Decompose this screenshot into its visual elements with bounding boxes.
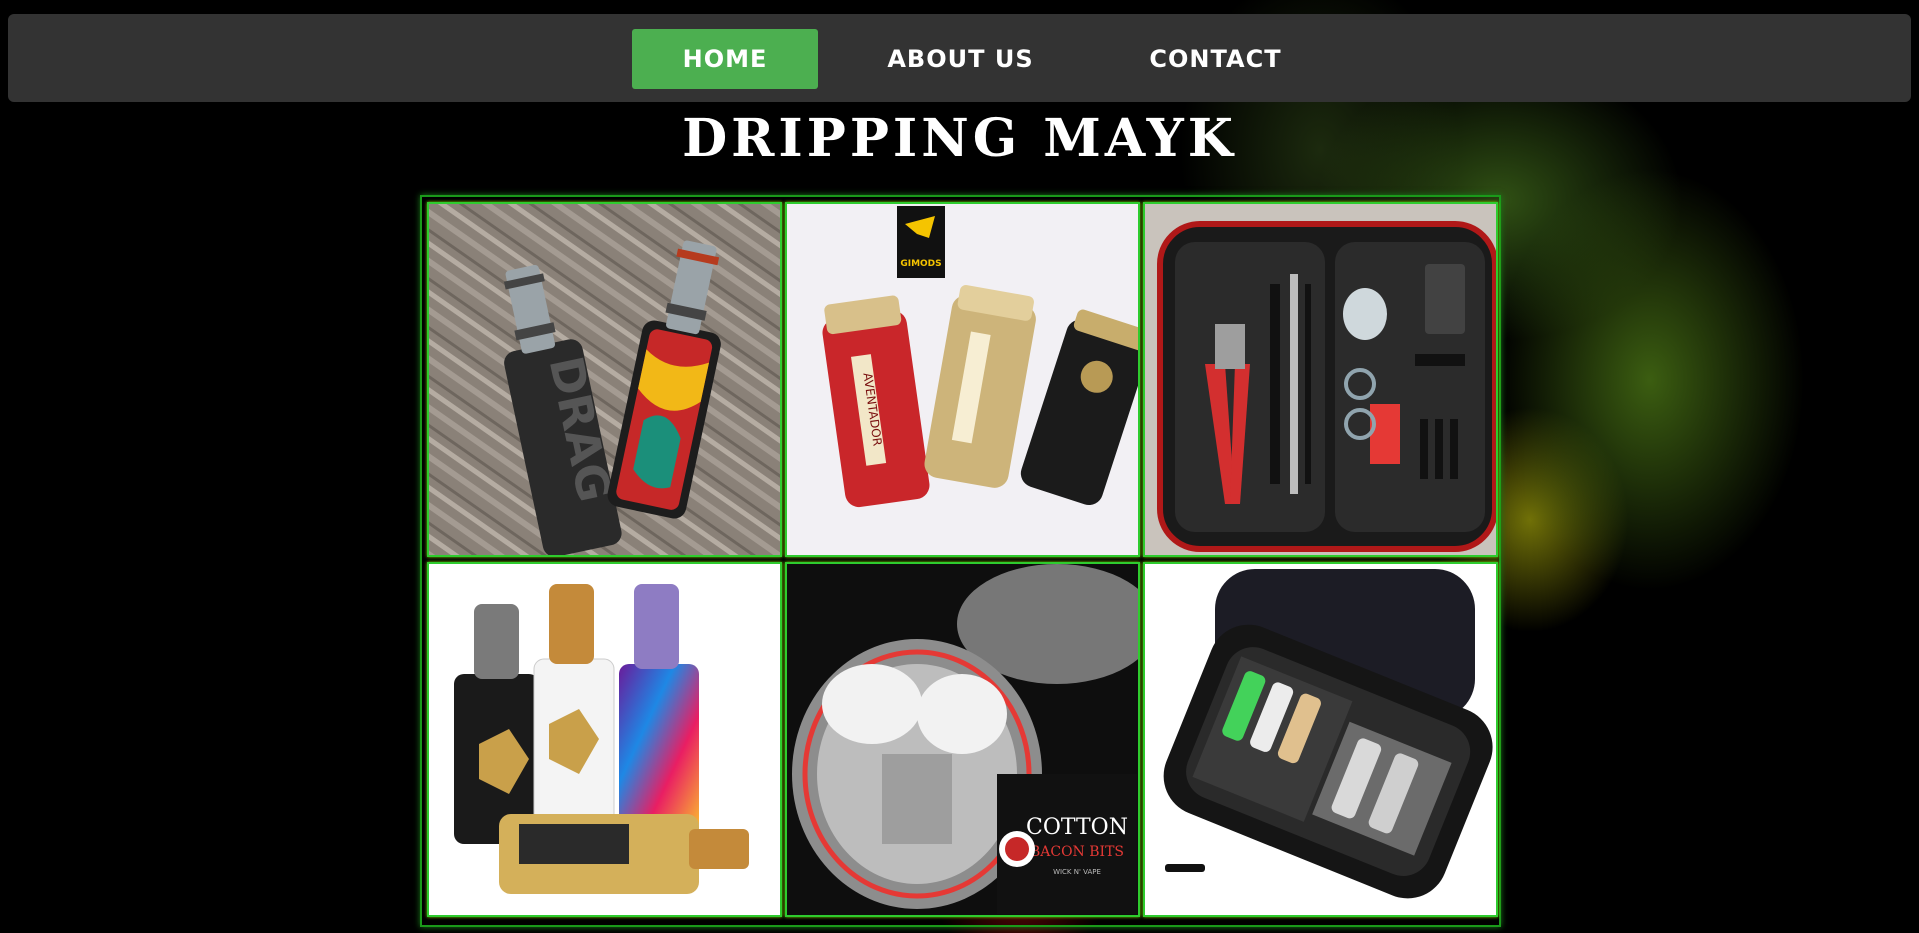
wick-n-vape-label: WICK N' VAPE	[1053, 868, 1101, 876]
image-gallery: DRAG GIMODS AVENTADOR COTTON BACON BITS …	[420, 195, 1501, 927]
gallery-item-aventador[interactable]: GIMODS AVENTADOR	[785, 202, 1140, 557]
carry-case-image	[1145, 564, 1496, 915]
gallery-item-drag-mod[interactable]: DRAG	[427, 202, 782, 557]
top-navbar: HOME ABOUT US CONTACT	[8, 14, 1911, 102]
tool-kit-image	[1145, 204, 1496, 555]
gimods-logo: GIMODS	[900, 259, 941, 269]
colorful-mods-image	[429, 564, 780, 915]
gallery-item-coil-build[interactable]: COTTON BACON BITS WICK N' VAPE	[785, 562, 1140, 917]
drag-mod-image: DRAG	[429, 204, 780, 555]
page-title: DRIPPING MAYK	[682, 108, 1237, 169]
aventador-image: GIMODS AVENTADOR	[787, 204, 1138, 555]
cotton-label: COTTON	[1026, 815, 1128, 840]
nav-home-link[interactable]: HOME	[632, 29, 818, 89]
coil-build-image: COTTON BACON BITS WICK N' VAPE	[787, 564, 1138, 915]
bacon-bits-label: BACON BITS	[1030, 844, 1124, 860]
nav-about-link[interactable]: ABOUT US	[863, 29, 1058, 89]
gallery-item-colorful-mods[interactable]	[427, 562, 782, 917]
gallery-item-carry-case[interactable]	[1143, 562, 1498, 917]
nav-contact-link[interactable]: CONTACT	[1118, 29, 1313, 89]
gallery-item-tool-kit[interactable]	[1143, 202, 1498, 557]
